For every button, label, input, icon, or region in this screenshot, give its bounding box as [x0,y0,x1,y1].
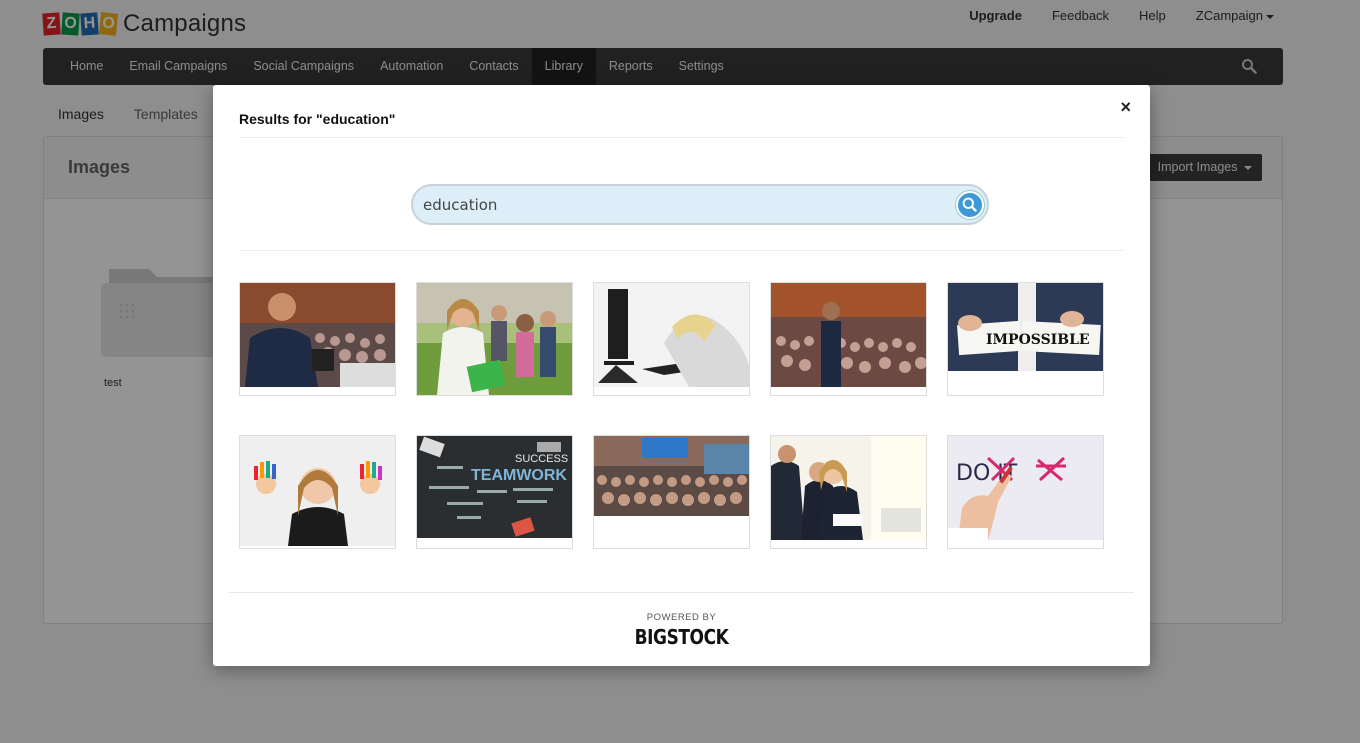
divider [239,137,1125,138]
result-image-conference-speaker[interactable] [770,282,927,396]
impossible-text: IMPOSSIBLE [986,332,1090,348]
success-text: SUCCESS [515,453,568,465]
image-business-meeting [771,436,926,540]
search-input-value: education [423,196,498,214]
stock-search-input[interactable]: education [411,184,989,225]
divider [229,592,1134,593]
result-image-business-meeting[interactable] [770,435,927,549]
result-image-tired-at-computer[interactable] [593,282,750,396]
powered-by-label: POWERED BY [646,612,717,623]
result-image-teamwork-words[interactable]: SUCCESS TEAMWORK [416,435,573,549]
result-image-speaker-audience[interactable] [239,282,396,396]
image-painted-hands-girl [240,436,395,546]
image-teamwork-words: SUCCESS TEAMWORK [417,436,572,538]
magnifier-icon[interactable] [956,191,984,219]
modal-title: Results for "education" [239,111,396,127]
image-speaker-audience [240,283,395,387]
divider [239,250,1125,251]
result-image-dont-quit[interactable]: DO IT [947,435,1104,549]
result-image-impossible-sign[interactable]: IMPOSSIBLE [947,282,1104,396]
result-image-student-girl[interactable] [416,282,573,396]
image-impossible-sign: IMPOSSIBLE [948,283,1103,371]
image-dont-quit: DO IT [948,436,1103,540]
result-image-conference-hall[interactable] [593,435,750,549]
close-icon[interactable]: × [1120,97,1131,118]
teamwork-text: TEAMWORK [471,467,567,484]
image-student-girl [417,283,572,395]
image-search-modal: Results for "education" × education IMPO… [213,85,1150,666]
image-tired-at-computer [594,283,749,387]
result-image-painted-hands-girl[interactable] [239,435,396,549]
bigstock-logo[interactable]: BIGSTOCK [283,625,1079,649]
image-conference-speaker [771,283,926,387]
image-conference-hall [594,436,749,516]
